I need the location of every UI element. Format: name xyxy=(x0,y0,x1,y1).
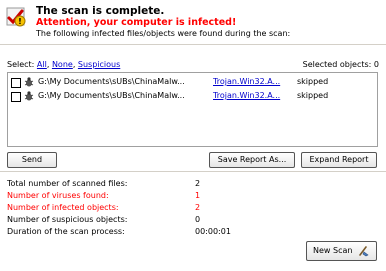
select-suspicious-link[interactable]: Suspicious xyxy=(78,60,120,69)
stat-suspicious-objects: Number of suspicious objects: 0 xyxy=(7,215,201,224)
infection-warning: Attention, your computer is infected! xyxy=(36,17,237,28)
stats-divider xyxy=(0,171,386,172)
file-path: G:\My Documents\sUBs\ChinaMalw... xyxy=(38,91,185,100)
svg-text:!: ! xyxy=(18,17,22,26)
new-scan-label: New Scan xyxy=(313,246,353,255)
scan-header: ! The scan is complete. Attention, your … xyxy=(0,0,386,44)
send-button[interactable]: Send xyxy=(7,152,57,168)
warning-shield-icon: ! xyxy=(5,6,27,28)
broom-icon xyxy=(358,245,370,257)
new-scan-button[interactable]: New Scan xyxy=(306,241,377,261)
select-none-link[interactable]: None xyxy=(52,60,73,69)
action-status: skipped xyxy=(297,77,329,86)
action-status: skipped xyxy=(297,91,329,100)
select-all-link[interactable]: All xyxy=(37,60,47,69)
file-path: G:\My Documents\sUBs\ChinaMalw... xyxy=(38,77,185,86)
list-item[interactable]: G:\My Documents\sUBs\ChinaMalw... Trojan… xyxy=(8,75,377,89)
stat-scanned-files: Total number of scanned files: 2 xyxy=(7,179,201,188)
stat-viruses-found: Number of viruses found: 1 xyxy=(7,191,201,200)
threat-link[interactable]: Trojan.Win32.A... xyxy=(213,77,280,86)
expand-report-button[interactable]: Expand Report xyxy=(301,152,377,168)
selected-objects-count: Selected objects: 0 xyxy=(302,60,379,69)
list-item[interactable]: G:\My Documents\sUBs\ChinaMalw... Trojan… xyxy=(8,89,377,103)
bug-icon xyxy=(24,77,34,87)
threat-link[interactable]: Trojan.Win32.A... xyxy=(213,91,280,100)
results-description: The following infected files/objects wer… xyxy=(36,29,291,38)
scan-results-panel: ! The scan is complete. Attention, your … xyxy=(0,0,386,271)
bug-icon xyxy=(24,91,34,101)
row-checkbox[interactable] xyxy=(11,78,21,88)
header-divider xyxy=(0,44,386,45)
stat-scan-duration: Duration of the scan process: 00:00:01 xyxy=(7,227,231,236)
select-links: Select: All, None, Suspicious xyxy=(7,60,121,69)
select-label: Select: xyxy=(7,60,35,69)
save-report-button[interactable]: Save Report As... xyxy=(209,152,295,168)
stat-infected-objects: Number of infected objects: 2 xyxy=(7,203,201,212)
infected-objects-list[interactable]: G:\My Documents\sUBs\ChinaMalw... Trojan… xyxy=(7,72,378,147)
scan-complete-title: The scan is complete. xyxy=(36,5,165,17)
row-checkbox[interactable] xyxy=(11,92,21,102)
